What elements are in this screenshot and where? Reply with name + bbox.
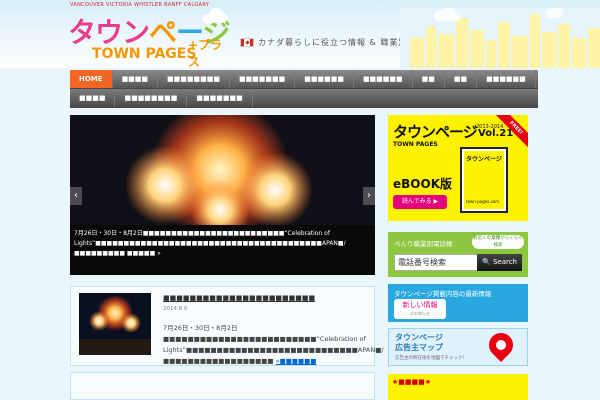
- map-pin-icon: [484, 328, 518, 362]
- phone-search-input[interactable]: 電話番号検索: [394, 254, 478, 271]
- ebook-subtitle: TOWN PAGES: [393, 141, 438, 148]
- nav-item[interactable]: ■■■■■■■■: [158, 70, 230, 88]
- nav-item[interactable]: ■■■■: [113, 70, 159, 88]
- nav-item[interactable]: ■■■■■■■: [187, 89, 253, 107]
- news-badge: 新しい情報 のお知らせ: [394, 299, 446, 319]
- city-skyline-illustration: [400, 8, 600, 68]
- nav-item[interactable]: ■■: [413, 70, 445, 88]
- ebook-read-button[interactable]: 読んでみる ▶: [393, 195, 447, 209]
- post-card: [70, 372, 375, 400]
- site-header: VANCOUVER VICTORIA WHISTLER BANFF CALGAR…: [0, 0, 600, 68]
- news-banner-title: タウンページ掲載内容の最新情報: [394, 290, 492, 298]
- nav-row-2: ■■■■ ■■■■■■■■ ■■■■■■■: [70, 89, 538, 108]
- slider-caption-text: 7月26日・30日・8月2日■■■■■■■■■■■■■■■■■■■■■■■■■“…: [74, 230, 346, 257]
- map-banner-subtitle: 広告主の所在地を地図でチェック!: [395, 356, 465, 361]
- nav-item[interactable]: ■■■■■■■■: [115, 89, 188, 107]
- sidebar-yellow-widget: ★■■■■★: [388, 374, 528, 400]
- nav-row-1: HOME ■■■■ ■■■■■■■■ ■■■■■■■ ■■■■■■ ■■■■■■…: [70, 70, 538, 89]
- nav-item-home[interactable]: HOME: [70, 70, 113, 88]
- search-widget-title: べんり職業別電話帳: [394, 240, 453, 248]
- map-banner-title: タウンページ 広告主マップ: [395, 333, 443, 352]
- logo-cities: VANCOUVER VICTORIA WHISTLER BANFF CALGAR…: [70, 2, 210, 8]
- slider-prev-button[interactable]: ‹: [70, 187, 82, 205]
- post-thumbnail[interactable]: [79, 293, 151, 355]
- main-navigation: HOME ■■■■ ■■■■■■■■ ■■■■■■■ ■■■■■■ ■■■■■■…: [70, 70, 538, 108]
- nav-item[interactable]: ■■■■■■: [354, 70, 413, 88]
- search-button[interactable]: 🔍 Search: [477, 254, 522, 271]
- nav-item[interactable]: ■■■■■■: [477, 70, 536, 88]
- advertiser-map-banner[interactable]: タウンページ 広告主マップ 広告主の所在地を地図でチェック!: [388, 328, 528, 366]
- ebook-banner[interactable]: タウンページ 2013-2014 Vol.21 TOWN PAGES eBOOK…: [388, 115, 528, 221]
- ebook-cover-image: タウンページ town-pages.com: [460, 147, 508, 213]
- nav-item[interactable]: ■■: [445, 70, 478, 88]
- read-more-link[interactable]: »■■■■■■: [276, 357, 317, 365]
- cloud-icon: [202, 8, 228, 24]
- nav-item[interactable]: ■■■■■■■: [230, 70, 296, 88]
- nav-item[interactable]: ■■■■■■: [295, 70, 354, 88]
- slider-caption: 7月26日・30日・8月2日■■■■■■■■■■■■■■■■■■■■■■■■■“…: [70, 225, 375, 275]
- post-date: 2014 8 6: [163, 306, 188, 312]
- ebook-volume: Vol.21: [478, 128, 514, 139]
- ebook-label: eBOOK版: [393, 177, 452, 191]
- search-badge: お近くの業種がらくらく検索: [472, 235, 524, 249]
- post-excerpt: 7月26日・30日・8月2日■■■■■■■■■■■■■■■■■■■■■■■■■“…: [163, 324, 384, 365]
- canada-flag-icon: [240, 38, 254, 47]
- sidebar-yellow-title: ★■■■■★: [392, 378, 432, 386]
- directory-search-widget: べんり職業別電話帳 お近くの業種がらくらく検索 電話番号検索 🔍 Search: [388, 232, 528, 277]
- post-card: ■■■■■■■■■■■■■■■■■■■■■■■ 2014 8 6 7月26日・3…: [70, 286, 384, 366]
- post-title-link[interactable]: ■■■■■■■■■■■■■■■■■■■■■■■: [163, 294, 315, 302]
- nav-item[interactable]: ■■■■: [70, 89, 116, 107]
- logo-english: TOWN PAGES: [92, 46, 197, 62]
- latest-news-banner[interactable]: タウンページ掲載内容の最新情報 新しい情報 のお知らせ: [388, 284, 528, 322]
- ebook-title: タウンページ: [393, 123, 478, 141]
- featured-slider[interactable]: ‹ › 7月26日・30日・8月2日■■■■■■■■■■■■■■■■■■■■■■…: [70, 115, 375, 275]
- slider-next-button[interactable]: ›: [363, 187, 375, 205]
